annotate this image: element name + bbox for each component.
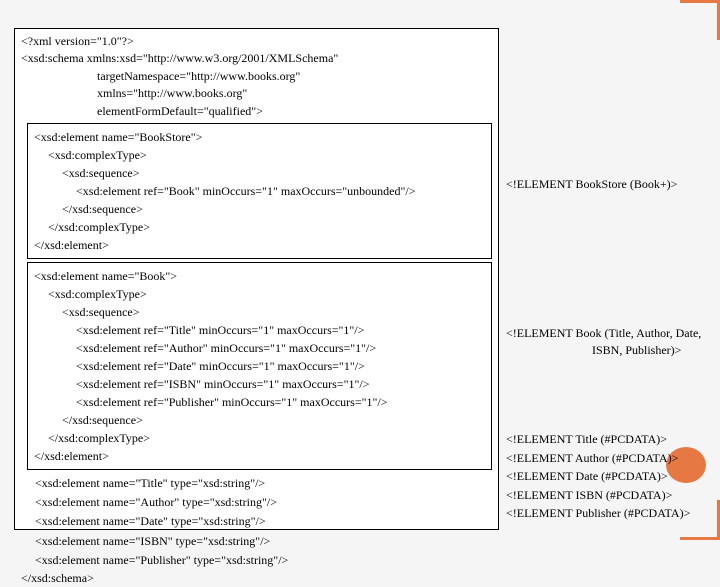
- code-line: <xsd:element name="Title" type="xsd:stri…: [21, 474, 492, 493]
- dtd-book-line1: <!ELEMENT Book (Title, Author, Date,: [506, 325, 716, 342]
- dtd-publisher: <!ELEMENT Publisher (#PCDATA)>: [506, 504, 716, 523]
- dtd-date: <!ELEMENT Date (#PCDATA)>: [506, 467, 716, 486]
- dtd-bookstore: <!ELEMENT BookStore (Book+)>: [506, 176, 716, 193]
- code-line: <xsd:complexType>: [34, 285, 485, 303]
- dtd-book-line2: ISBN, Publisher)>: [506, 342, 716, 359]
- code-line: <xsd:element ref="Author" minOccurs="1" …: [34, 339, 485, 357]
- code-line: <xsd:element name="Author" type="xsd:str…: [21, 493, 492, 512]
- code-line: </xsd:element>: [34, 236, 485, 254]
- code-line: <xsd:element ref="Publisher" minOccurs="…: [34, 393, 485, 411]
- code-line: </xsd:sequence>: [34, 200, 485, 218]
- dtd-book: <!ELEMENT Book (Title, Author, Date, ISB…: [506, 325, 716, 359]
- schema-main-box: <?xml version="1.0"?> <xsd:schema xmlns:…: [14, 28, 499, 530]
- code-line: <xsd:element ref="ISBN" minOccurs="1" ma…: [34, 375, 485, 393]
- code-line: <xsd:element name="ISBN" type="xsd:strin…: [21, 532, 492, 551]
- code-line: </xsd:complexType>: [34, 218, 485, 236]
- code-line: <xsd:sequence>: [34, 164, 485, 182]
- code-line: <xsd:sequence>: [34, 303, 485, 321]
- schema-open-line4: elementFormDefault="qualified">: [21, 103, 492, 120]
- schema-open-line1: <xsd:schema xmlns:xsd="http://www.w3.org…: [21, 50, 492, 67]
- schema-open-line3: xmlns="http://www.books.org": [21, 85, 492, 102]
- code-line: </xsd:complexType>: [34, 429, 485, 447]
- code-line: <xsd:element ref="Title" minOccurs="1" m…: [34, 321, 485, 339]
- code-line: <xsd:element name="Book">: [34, 267, 485, 285]
- schema-close: </xsd:schema>: [21, 570, 492, 587]
- dtd-author: <!ELEMENT Author (#PCDATA)>: [506, 449, 716, 468]
- dtd-title: <!ELEMENT Title (#PCDATA)>: [506, 430, 716, 449]
- code-line: <xsd:element name="BookStore">: [34, 128, 485, 146]
- dtd-simple-block: <!ELEMENT Title (#PCDATA)> <!ELEMENT Aut…: [506, 430, 716, 523]
- corner-decoration-top: [680, 0, 720, 40]
- bookstore-element-box: <xsd:element name="BookStore"> <xsd:comp…: [27, 123, 492, 259]
- book-element-box: <xsd:element name="Book"> <xsd:complexTy…: [27, 262, 492, 470]
- dtd-isbn: <!ELEMENT ISBN (#PCDATA)>: [506, 486, 716, 505]
- code-line: </xsd:sequence>: [34, 411, 485, 429]
- code-line: <xsd:element ref="Date" minOccurs="1" ma…: [34, 357, 485, 375]
- code-line: <xsd:complexType>: [34, 146, 485, 164]
- xml-declaration: <?xml version="1.0"?>: [21, 33, 492, 50]
- schema-open-line2: targetNamespace="http://www.books.org": [21, 68, 492, 85]
- simple-elements-block: <xsd:element name="Title" type="xsd:stri…: [21, 474, 492, 570]
- code-line: </xsd:element>: [34, 447, 485, 465]
- code-line: <xsd:element ref="Book" minOccurs="1" ma…: [34, 182, 485, 200]
- code-line: <xsd:element name="Publisher" type="xsd:…: [21, 551, 492, 570]
- code-line: <xsd:element name="Date" type="xsd:strin…: [21, 512, 492, 531]
